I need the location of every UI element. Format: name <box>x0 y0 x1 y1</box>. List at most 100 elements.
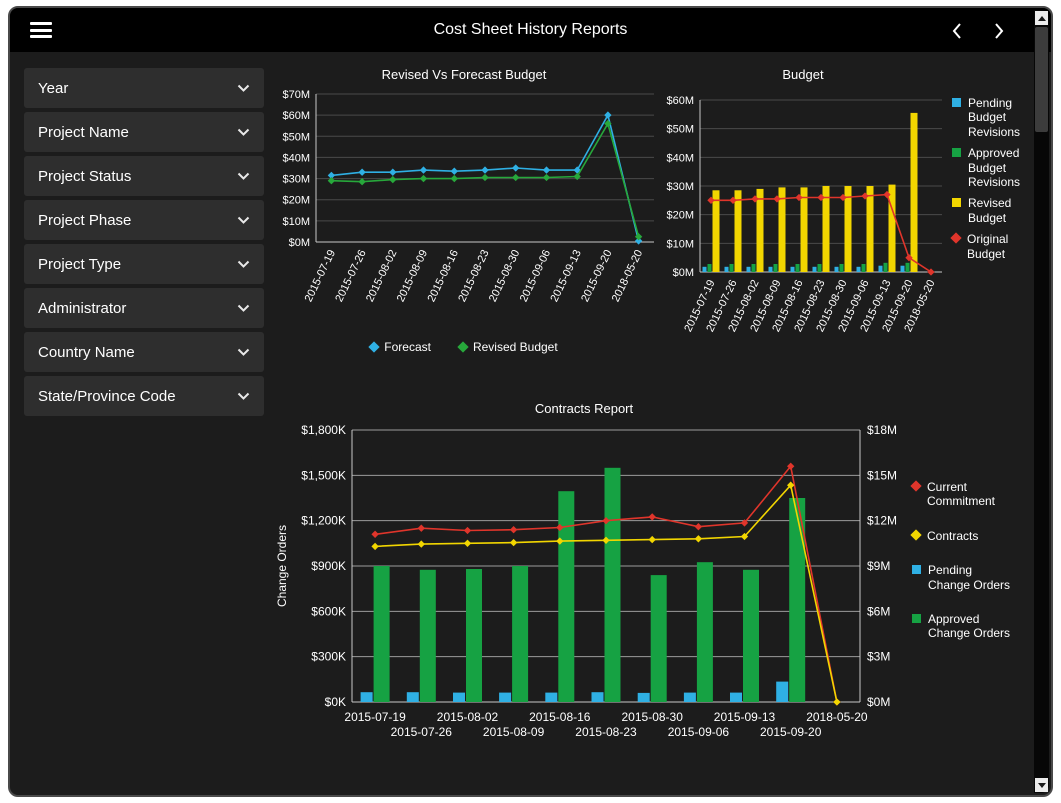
titlebar: Cost Sheet History Reports <box>10 8 1051 52</box>
svg-text:$30M: $30M <box>666 181 694 193</box>
chart-legend: Current Commitment Contracts Pending Chang… <box>904 400 1016 661</box>
legend-label: Forecast <box>384 340 431 354</box>
legend-item-current-commitment[interactable]: Current Commitment <box>910 480 1016 509</box>
filter-label: Project Phase <box>38 211 132 229</box>
chevron-down-icon <box>237 392 250 400</box>
svg-text:2015-09-06: 2015-09-06 <box>518 248 553 304</box>
filter-country-name[interactable]: Country Name <box>24 332 264 372</box>
header-nav <box>949 20 1007 42</box>
legend-label: Pending Budget Revisions <box>968 96 1021 139</box>
diamond-swatch-icon <box>368 341 380 353</box>
filter-label: Project Type <box>38 255 122 273</box>
scroll-thumb[interactable] <box>1035 27 1048 132</box>
chart-canvas-contracts-report: $0K $300K $600K $900K $1,200K $1,500K $1,800K $… <box>275 423 897 739</box>
chart-legend: Forecast Revised Budget <box>264 340 664 354</box>
svg-text:$0M: $0M <box>289 237 310 249</box>
filter-project-phase[interactable]: Project Phase <box>24 200 264 240</box>
svg-text:2015-08-30: 2015-08-30 <box>622 710 684 724</box>
arrow-down-icon <box>1037 782 1046 788</box>
filter-label: Year <box>38 79 69 97</box>
legend-item-approved-change-orders[interactable]: Approved Change Orders <box>912 612 1016 641</box>
svg-text:2015-08-09: 2015-08-09 <box>483 725 545 739</box>
diamond-swatch-icon <box>457 341 469 353</box>
svg-text:$1,500K: $1,500K <box>301 468 346 482</box>
svg-text:$50M: $50M <box>282 131 310 143</box>
legend-item-revised-budget[interactable]: Revised Budget <box>457 340 558 354</box>
scroll-down-button[interactable] <box>1035 778 1048 792</box>
svg-text:$3M: $3M <box>867 650 890 664</box>
chart-contracts-report: Contracts Report $0K $300K $600K $900K $1,20… <box>264 400 1016 744</box>
legend-item-contracts[interactable]: Contracts <box>910 528 1016 543</box>
filter-administrator[interactable]: Administrator <box>24 288 264 328</box>
legend-item-approved-budget-revisions[interactable]: Approved Budget Revisions <box>952 146 1028 189</box>
legend-label: Current Commitment <box>927 480 996 509</box>
diamond-swatch-icon <box>950 232 962 244</box>
svg-text:Change Orders: Change Orders <box>275 525 289 607</box>
chart-canvas-revised-vs-forecast: $0M $10M $20M $30M $40M $50M $60M $70M 2015-07-1… <box>282 89 654 304</box>
square-swatch-icon <box>952 98 961 107</box>
svg-text:2015-08-30: 2015-08-30 <box>487 248 522 304</box>
svg-text:$40M: $40M <box>282 152 310 164</box>
legend-label: Revised Budget <box>472 340 558 354</box>
svg-text:$10M: $10M <box>666 238 694 250</box>
prev-button[interactable] <box>949 20 965 42</box>
scrollbar[interactable] <box>1034 10 1049 793</box>
legend-item-pending-budget-revisions[interactable]: Pending Budget Revisions <box>952 96 1028 139</box>
legend-label: Revised Budget <box>968 196 1012 225</box>
svg-text:2015-08-23: 2015-08-23 <box>456 248 491 304</box>
chevron-down-icon <box>237 172 250 180</box>
svg-text:$6M: $6M <box>867 604 890 618</box>
sidebar: Year Project Name Project Status Project… <box>24 68 264 420</box>
svg-text:$0M: $0M <box>673 267 694 279</box>
square-swatch-icon <box>952 198 961 208</box>
chevron-down-icon <box>237 84 250 92</box>
diamond-swatch-icon <box>910 480 922 492</box>
scroll-up-button[interactable] <box>1035 11 1048 25</box>
filter-label: Country Name <box>38 343 135 361</box>
legend-label: Contracts <box>927 528 979 543</box>
svg-text:$0M: $0M <box>867 695 890 709</box>
filter-label: Project Name <box>38 123 129 141</box>
svg-text:2015-07-26: 2015-07-26 <box>333 248 368 304</box>
filter-label: State/Province Code <box>38 387 176 405</box>
legend-item-original-budget[interactable]: Original Budget <box>950 232 1028 261</box>
legend-item-revised-budget[interactable]: Revised Budget <box>952 196 1028 225</box>
filter-project-type[interactable]: Project Type <box>24 244 264 284</box>
svg-text:$10M: $10M <box>282 216 310 228</box>
legend-item-forecast[interactable]: Forecast <box>368 340 431 354</box>
svg-text:2018-05-20: 2018-05-20 <box>806 710 868 724</box>
chevron-down-icon <box>237 216 250 224</box>
square-swatch-icon <box>912 613 921 623</box>
svg-text:2015-09-06: 2015-09-06 <box>668 725 730 739</box>
filter-year[interactable]: Year <box>24 68 264 108</box>
svg-text:$30M: $30M <box>282 174 310 186</box>
filter-state-province-code[interactable]: State/Province Code <box>24 376 264 416</box>
legend-label: Original Budget <box>967 232 1009 261</box>
svg-text:2015-08-02: 2015-08-02 <box>437 710 499 724</box>
svg-text:$50M: $50M <box>666 124 694 136</box>
svg-text:$600K: $600K <box>311 604 346 618</box>
next-button[interactable] <box>991 20 1007 42</box>
svg-text:$70M: $70M <box>282 89 310 101</box>
arrow-up-icon <box>1037 15 1046 21</box>
chart-budget: Budget $0M $10M $20M $30M $40M $50M $60M 2015-0… <box>658 66 1028 382</box>
svg-text:$60M: $60M <box>666 95 694 107</box>
svg-text:$20M: $20M <box>666 210 694 222</box>
svg-text:2015-07-19: 2015-07-19 <box>344 710 406 724</box>
chevron-down-icon <box>237 128 250 136</box>
filter-project-status[interactable]: Project Status <box>24 156 264 196</box>
filter-label: Administrator <box>38 299 127 317</box>
legend-label: Pending Change Orders <box>928 563 1011 592</box>
filter-project-name[interactable]: Project Name <box>24 112 264 152</box>
svg-text:2015-08-16: 2015-08-16 <box>529 710 591 724</box>
square-swatch-icon <box>952 148 961 158</box>
svg-text:$18M: $18M <box>867 423 897 437</box>
svg-text:$20M: $20M <box>282 195 310 207</box>
svg-text:2015-09-13: 2015-09-13 <box>548 248 583 304</box>
legend-item-pending-change-orders[interactable]: Pending Change Orders <box>912 563 1016 592</box>
filter-label: Project Status <box>38 167 132 185</box>
square-swatch-icon <box>912 565 921 575</box>
legend-label: Approved Change Orders <box>928 611 1011 641</box>
chevron-left-icon <box>952 23 961 39</box>
legend-label: Approved Budget Revisions <box>968 146 1021 189</box>
